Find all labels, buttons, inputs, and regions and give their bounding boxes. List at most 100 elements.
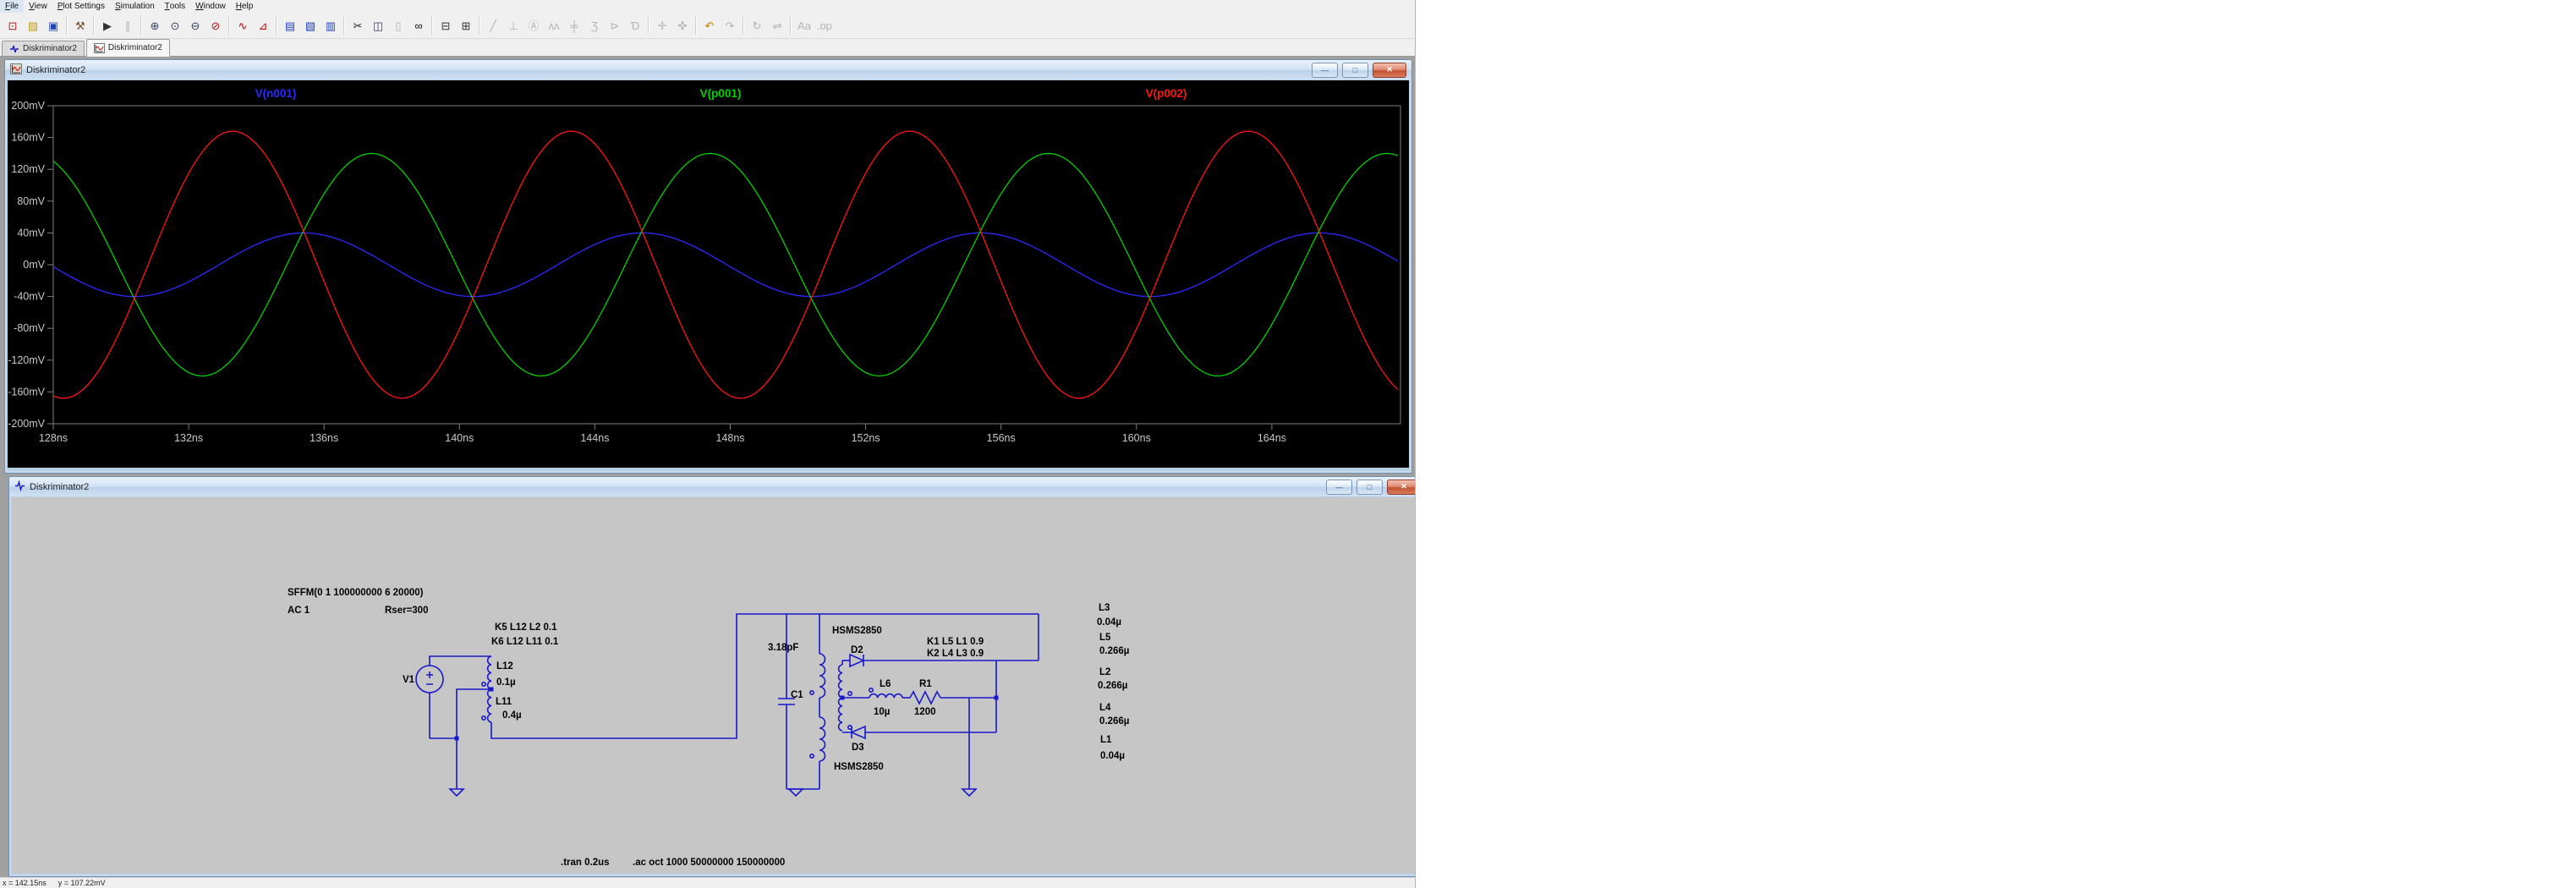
trace-label-vp001[interactable]: V(p001) [700,87,742,100]
waveform-window-titlebar[interactable]: Diskriminator2 — □ ✕ [5,60,1411,79]
toolbar-divider [431,16,433,35]
plot-background[interactable] [8,80,1409,468]
c1-label: C1 [791,690,803,700]
redo-icon: ↷ [725,19,735,32]
control-panel-hammer-icon[interactable]: ⚒ [70,15,90,36]
y-axis-label: 120mV [11,163,45,175]
x-axis-label: 136ns [310,432,338,444]
ground-symbol-left[interactable] [448,788,465,798]
waveform-plot-area[interactable]: 200mV 160mV 120mV 80mV 40mV 0mV -40mV -80mV -120… [8,80,1409,468]
l6-label: L6 [880,679,891,689]
menu-window[interactable]: Window [190,0,231,13]
l12-value: 0.1µ [496,677,516,688]
secondary-coil-upper[interactable] [837,664,843,699]
sffm-directive-text: SFFM(0 1 100000000 6 20000) [288,588,424,598]
resistor-icon: ʌʌ [548,19,560,32]
voltage-source-v1[interactable] [415,665,444,693]
save-icon[interactable]: ▣ [43,15,63,36]
y-axis-label: -160mV [8,386,45,397]
primary-coil-upper[interactable] [819,653,826,699]
d2-label: D2 [851,645,863,655]
capacitor-c1[interactable] [778,614,795,789]
tab-schematic-diskriminator2[interactable]: Diskriminator2 [2,41,85,56]
l11-value: 0.4µ [502,710,522,721]
x-axis-label: 140ns [445,432,474,444]
trace-label-vn001[interactable]: V(n001) [255,87,297,100]
mark-reference-icon[interactable]: ⊿ [253,15,273,36]
y-axis-label: 160mV [11,132,45,144]
diode-d3[interactable] [850,725,866,740]
toolbar-divider [648,16,649,35]
schematic-window: Diskriminator2 — □ ✕ SFFM(0 1 100000000 … [8,476,1415,877]
zoom-out-icon[interactable]: ⊖ [185,15,206,36]
inductor-l12[interactable] [486,655,492,690]
run-icon[interactable]: ▶ [97,15,118,36]
schematic-labels: SFFM(0 1 100000000 6 20000) AC 1 Rser=30… [288,588,1129,868]
zoom-undo-icon[interactable]: ⊘ [206,15,226,36]
x-axis-label: 144ns [580,432,609,444]
menu-plot-settings[interactable]: Plot Settings [52,0,110,13]
l1-value: 0.04µ [1100,751,1125,761]
inductor-l6[interactable] [869,693,903,699]
x-axis-label: 132ns [174,432,203,444]
schematic-tab-icon [9,44,19,54]
schematic-canvas[interactable]: SFFM(0 1 100000000 6 20000) AC 1 Rser=30… [12,497,1415,874]
tile-horizontal-icon[interactable]: ▤ [280,15,300,36]
diode-d2[interactable] [849,653,865,668]
cascade-windows-icon[interactable]: ▧ [300,15,321,36]
menu-view[interactable]: View [24,0,52,13]
menu-simulation[interactable]: Simulation [110,0,160,13]
schematic-restore-button[interactable]: □ [1357,479,1383,495]
undo-icon[interactable]: ↶ [699,15,720,36]
tran-directive-text: .tran 0.2us [561,858,610,868]
k2-directive-text: K2 L4 L3 0.9 [927,649,984,659]
inductor-l11[interactable] [486,688,492,723]
schematic-minimize-button[interactable]: — [1326,479,1352,495]
k5-directive-text: K5 L12 L2 0.1 [495,622,557,633]
l2-label: L2 [1099,667,1110,677]
copy-icon[interactable]: ◫ [368,15,388,36]
pause-icon: ∥ [124,19,131,32]
toolbar-divider [228,16,230,35]
trace-label-vp002[interactable]: V(p002) [1146,87,1187,100]
l3-value: 0.04µ [1097,617,1121,628]
schematic-window-titlebar[interactable]: Diskriminator2 — □ ✕ [9,477,1415,496]
zoom-extents-icon[interactable]: ⊙ [165,15,185,36]
x-axis-label: 156ns [987,432,1016,444]
menu-file[interactable]: File [0,0,25,13]
print-icon[interactable]: ⊟ [436,15,456,36]
new-schematic-icon[interactable]: ⊡ [3,15,23,36]
l4-label: L4 [1099,703,1111,713]
open-folder-icon[interactable]: ▨ [23,15,43,36]
find-icon[interactable]: ∞ [408,15,429,36]
menu-help[interactable]: Help [231,0,259,13]
waveform-window: Diskriminator2 — □ ✕ 200mV 160mV 120mV 80mV… [4,59,1412,474]
print-preview-icon[interactable]: ⊞ [456,15,476,36]
tab-waveform-diskriminator2[interactable]: Diskriminator2 [85,39,170,57]
waveform-close-button[interactable]: ✕ [1373,62,1406,78]
tile-vertical-icon[interactable]: ▥ [321,15,341,36]
toolbar-divider [743,16,744,35]
secondary-coil-lower[interactable] [837,697,843,732]
ground-symbol-middle[interactable] [787,788,804,798]
k1-directive-text: K1 L5 L1 0.9 [927,637,984,647]
menu-tools[interactable]: Tools [160,0,190,13]
ground-symbol-right[interactable] [961,788,978,798]
waveform-minimize-button[interactable]: — [1312,62,1338,78]
cut-icon[interactable]: ✂ [348,15,368,36]
hsms2850-bottom-label: HSMS2850 [834,762,884,772]
toolbar-divider [790,16,792,35]
hsms2850-top-label: HSMS2850 [832,626,882,636]
schematic-close-button[interactable]: ✕ [1387,479,1415,495]
plot-settings-icon[interactable]: ∿ [233,15,253,36]
toolbar-divider [93,16,95,35]
schematic-window-icon [14,479,25,494]
zoom-in-icon[interactable]: ⊕ [145,15,165,36]
x-axis-label: 148ns [715,432,744,444]
tab-label: Diskriminator2 [23,44,77,53]
resistor-r1[interactable] [909,690,941,705]
waveform-restore-button[interactable]: □ [1342,62,1368,78]
toolbar-divider [343,16,345,35]
component-icon: Ɗ [630,19,640,32]
primary-coil-lower[interactable] [819,716,826,762]
